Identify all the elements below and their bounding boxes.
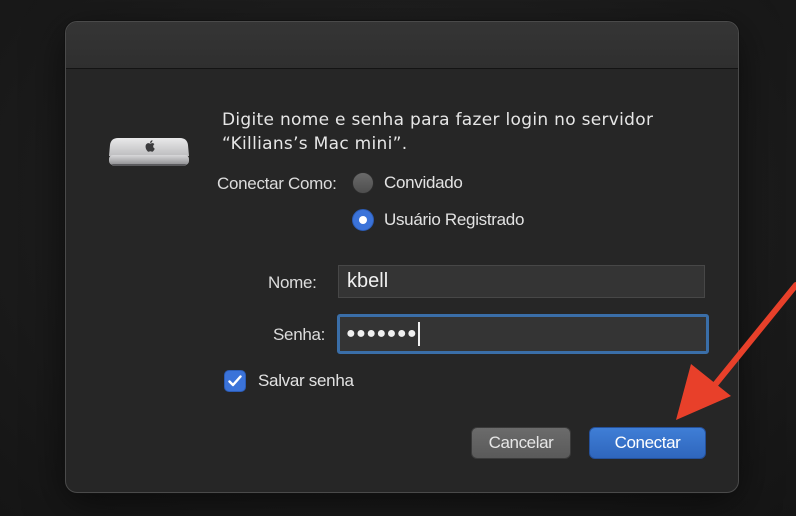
- text-caret: [418, 322, 421, 346]
- connect-button[interactable]: Conectar: [589, 427, 706, 459]
- password-label: Senha:: [273, 325, 326, 344]
- connect-as-label: Conectar Como:: [217, 174, 337, 193]
- login-dialog: Digite nome e senha para fazer login no …: [65, 21, 739, 493]
- save-password-option[interactable]: Salvar senha: [224, 370, 354, 392]
- checkmark-icon: [228, 375, 242, 387]
- name-label: Nome:: [268, 273, 317, 292]
- dialog-titlebar: [66, 22, 738, 69]
- radio-registered-user-label: Usuário Registrado: [384, 210, 525, 229]
- save-password-label: Salvar senha: [258, 371, 354, 390]
- save-password-checkbox[interactable]: [224, 370, 246, 392]
- radio-guest[interactable]: Convidado: [352, 172, 463, 194]
- radio-registered-user-button[interactable]: [352, 209, 374, 231]
- message-line-2: “Killians’s Mac mini”.: [222, 134, 408, 154]
- password-field[interactable]: ●●●●●●●: [337, 314, 709, 354]
- name-field[interactable]: kbell: [338, 265, 705, 298]
- password-field-value: ●●●●●●●: [346, 325, 418, 342]
- radio-registered-user[interactable]: Usuário Registrado: [352, 209, 524, 231]
- message-line-1: Digite nome e senha para fazer login no …: [222, 110, 654, 130]
- mac-mini-icon: [109, 138, 189, 166]
- login-prompt-message: Digite nome e senha para fazer login no …: [222, 108, 702, 156]
- radio-guest-label: Convidado: [384, 173, 463, 192]
- radio-guest-button[interactable]: [352, 172, 374, 194]
- cancel-button[interactable]: Cancelar: [471, 427, 571, 459]
- name-field-value: kbell: [347, 270, 389, 292]
